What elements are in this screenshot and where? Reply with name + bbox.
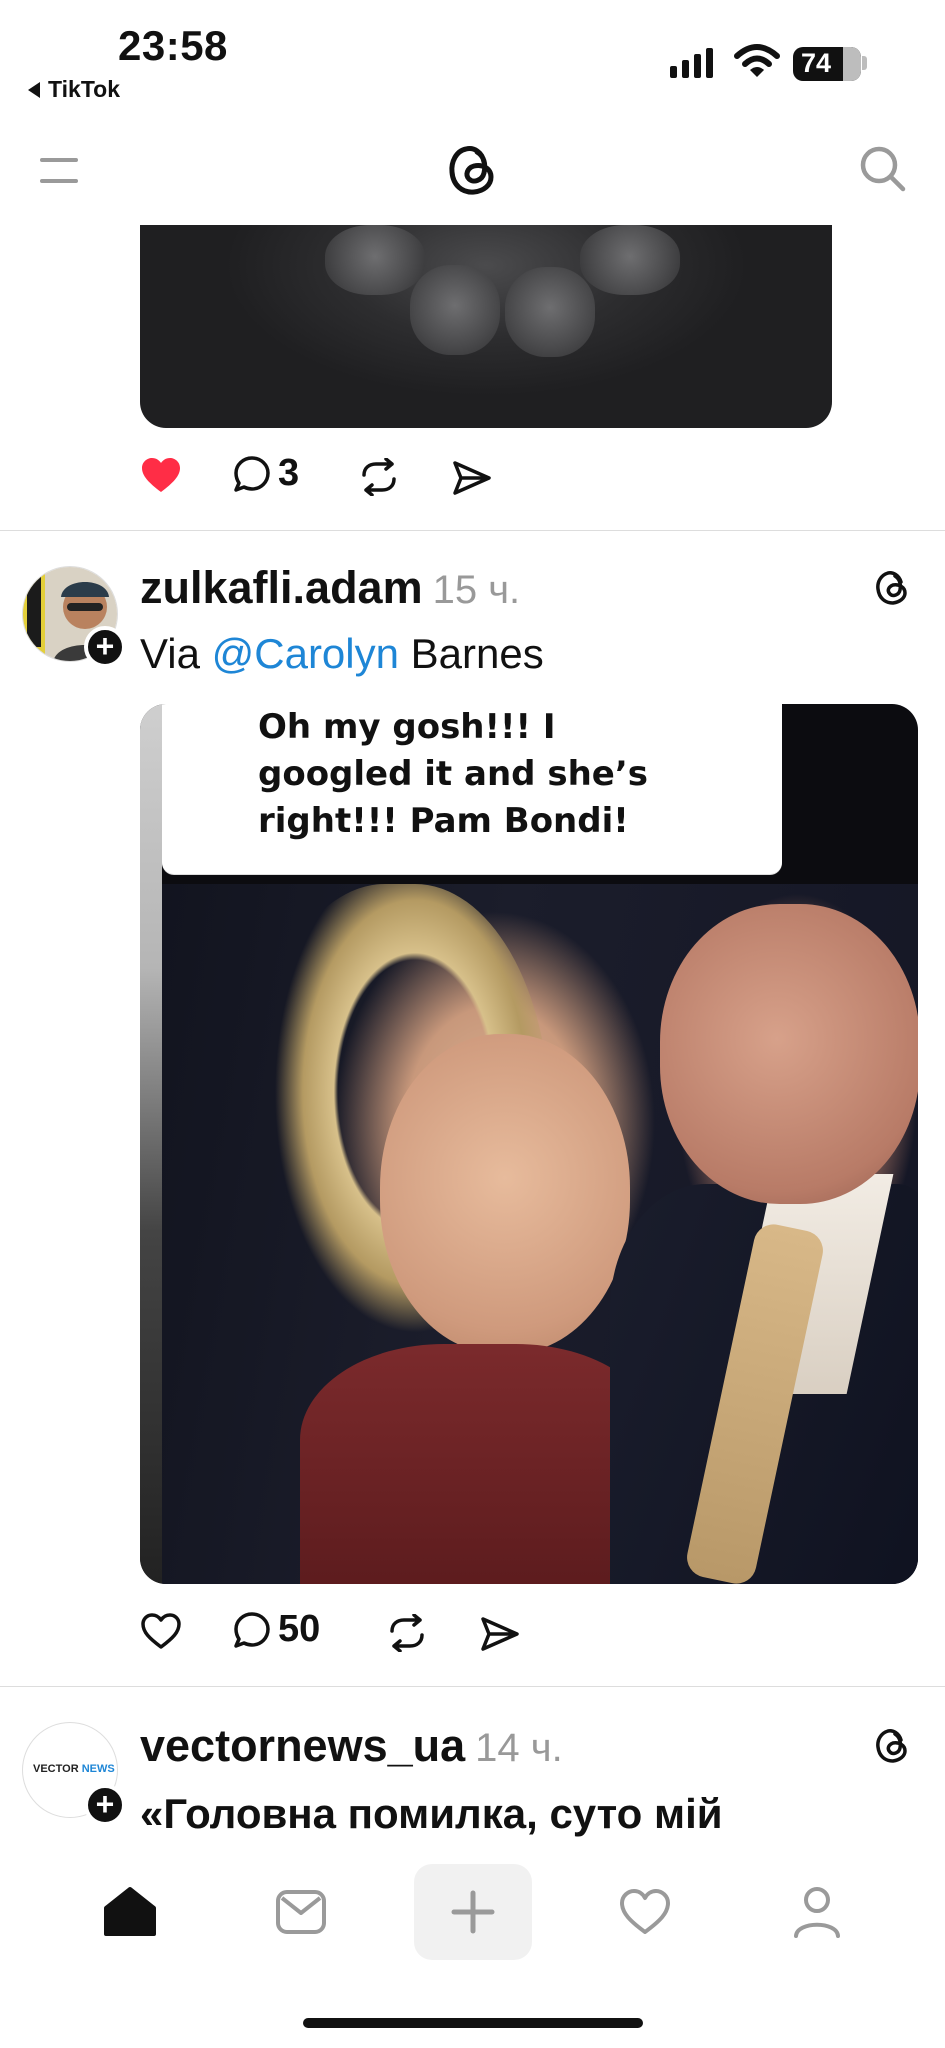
reply-button[interactable]: 50 [232, 1608, 320, 1651]
heart-outline-icon [141, 1613, 181, 1649]
nav-profile[interactable] [762, 1862, 872, 1962]
follow-plus-icon[interactable]: + [84, 626, 126, 668]
post-username[interactable]: vectornews_ua 14 ч. [140, 1720, 563, 1772]
repost-icon [362, 458, 396, 496]
menu-icon[interactable] [40, 155, 78, 185]
reply-count: 3 [278, 452, 300, 494]
nav-home[interactable] [75, 1862, 185, 1962]
home-icon [104, 1887, 156, 1936]
create-icon [451, 1890, 495, 1934]
search-icon[interactable] [858, 144, 908, 194]
wifi-icon [734, 44, 780, 77]
inbox-icon [276, 1890, 326, 1934]
threads-logo-icon[interactable] [444, 140, 500, 200]
post-username[interactable]: zulkafli.adam 15 ч. [140, 562, 520, 614]
back-to-app-link[interactable]: TikTok [28, 76, 120, 103]
send-icon [481, 1617, 519, 1651]
post-image[interactable] [140, 225, 832, 428]
threads-badge-icon[interactable] [873, 1726, 911, 1766]
bottom-nav [0, 1852, 945, 1972]
home-indicator[interactable] [303, 2018, 643, 2028]
like-button[interactable] [140, 456, 182, 494]
nav-activity[interactable] [590, 1862, 700, 1962]
heart-filled-icon [142, 458, 180, 492]
threads-badge-icon[interactable] [873, 568, 911, 608]
post-time: 15 ч. [432, 568, 521, 612]
repost-button[interactable] [386, 1614, 428, 1652]
back-app-label: TikTok [48, 76, 120, 102]
mention-link[interactable]: @Carolyn [212, 630, 399, 677]
post-divider [0, 1686, 945, 1687]
reply-button[interactable]: 3 [232, 452, 299, 495]
reply-count: 50 [278, 1608, 321, 1650]
avatar-logo: VECTOR NEWS [33, 1763, 115, 1775]
repost-button[interactable] [358, 458, 400, 496]
reply-bubble-icon [234, 455, 270, 492]
follow-plus-icon[interactable]: + [84, 1784, 126, 1826]
cellular-signal-icon [670, 48, 713, 78]
status-bar: 23:58 TikTok 74 [0, 0, 945, 110]
status-time: 23:58 [118, 22, 228, 69]
post-image[interactable]: Oh my gosh!!! I googled it and she’s rig… [140, 704, 918, 1584]
post-text: «Головна помилка, суто мій [140, 1790, 723, 1837]
reply-bubble-icon [234, 1611, 270, 1648]
post-divider [0, 530, 945, 531]
share-button[interactable] [480, 1616, 520, 1652]
nav-inbox[interactable] [246, 1862, 356, 1962]
back-triangle-icon [28, 81, 40, 98]
image-caption-bubble: Oh my gosh!!! I googled it and she’s rig… [162, 704, 782, 874]
share-button[interactable] [452, 460, 492, 496]
repost-icon [390, 1614, 424, 1652]
image-caption-text: Oh my gosh!!! I googled it and she’s rig… [258, 707, 649, 841]
battery-level: 74 [801, 48, 832, 78]
activity-heart-icon [620, 1889, 670, 1934]
send-icon [453, 461, 491, 495]
like-button[interactable] [140, 1612, 182, 1650]
post-time: 14 ч. [475, 1726, 563, 1770]
post-text: Via @Carolyn Barnes [140, 630, 544, 677]
battery-icon: 74 [793, 47, 861, 81]
nav-create[interactable] [414, 1864, 532, 1960]
profile-icon [794, 1887, 840, 1938]
